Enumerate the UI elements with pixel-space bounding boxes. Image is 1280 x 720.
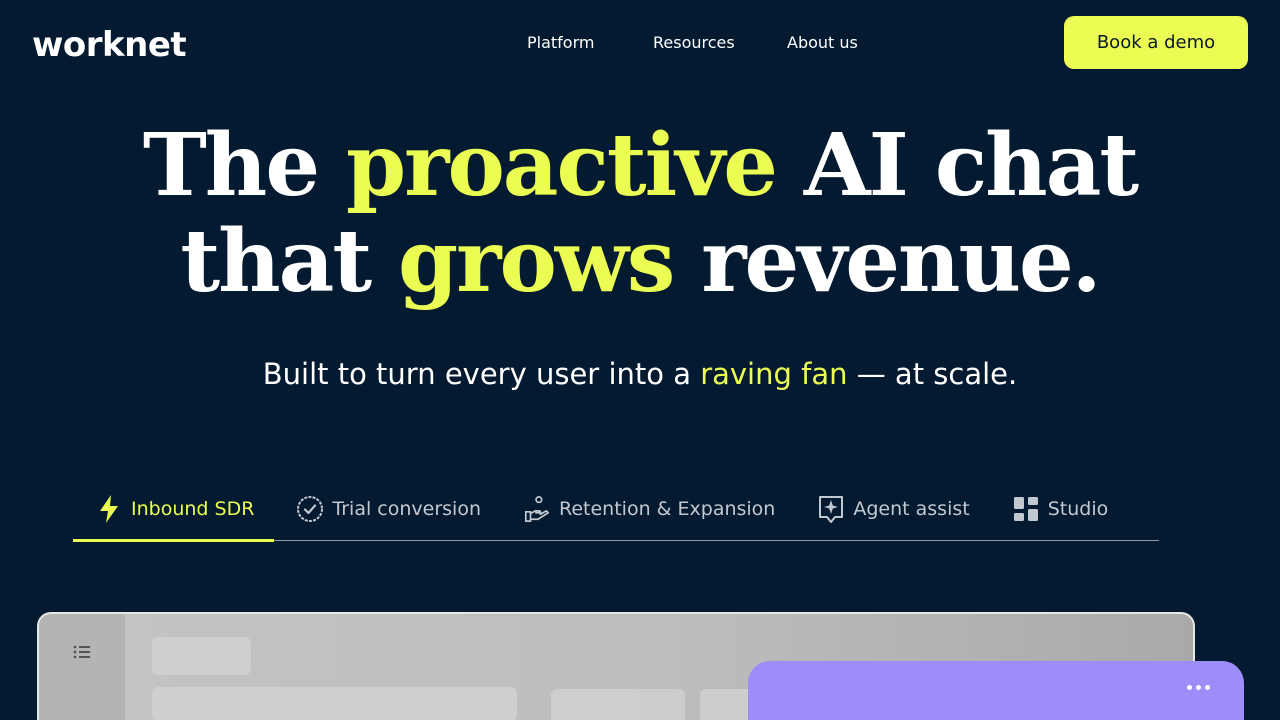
lightning-icon: [95, 495, 123, 523]
headline-accent: proactive: [346, 115, 778, 216]
tab-label: Trial conversion: [332, 498, 481, 520]
headline-text: revenue.: [673, 211, 1101, 312]
headline-line-2: that grows revenue.: [0, 214, 1280, 310]
tab-retention-expansion[interactable]: Retention & Expansion: [501, 478, 795, 540]
list-icon[interactable]: [73, 644, 91, 664]
sparkle-chat-icon: [817, 495, 845, 523]
preview-sidebar: [39, 614, 125, 720]
tab-label: Inbound SDR: [131, 498, 255, 520]
nav-platform[interactable]: Platform: [527, 33, 594, 52]
tab-label: Studio: [1047, 498, 1109, 520]
headline-line-1: The proactive AI chat: [0, 118, 1280, 214]
top-nav: Platform Resources About us Book a demo: [527, 16, 1248, 69]
subtitle-text: Built to turn every user into a: [262, 357, 701, 391]
check-badge-icon: [296, 495, 324, 523]
use-case-tabs: Inbound SDR Trial conversion Retention &…: [73, 478, 1159, 542]
tab-inbound-sdr[interactable]: Inbound SDR: [73, 478, 275, 542]
hero-headline: The proactive AI chat that grows revenue…: [0, 118, 1280, 310]
headline-accent: grows: [398, 211, 675, 312]
skeleton-block: [551, 689, 685, 720]
chat-widget-panel[interactable]: [748, 661, 1244, 720]
tab-studio[interactable]: Studio: [990, 478, 1129, 540]
skeleton-block: [152, 687, 517, 720]
headline-text: that: [180, 211, 398, 312]
nav-resources[interactable]: Resources: [653, 33, 735, 52]
subtitle-text: — at scale.: [847, 357, 1018, 391]
headline-text: AI chat: [775, 115, 1139, 216]
more-options-icon[interactable]: [1187, 685, 1210, 690]
tab-agent-assist[interactable]: Agent assist: [795, 478, 989, 540]
hand-coin-icon: [523, 495, 551, 523]
hero-subtitle: Built to turn every user into a raving f…: [0, 352, 1280, 396]
worknet-logo[interactable]: worknet: [32, 24, 187, 66]
skeleton-block: [152, 637, 251, 675]
grid-icon: [1012, 495, 1040, 523]
subtitle-accent: raving fan: [700, 357, 848, 391]
tab-trial-conversion[interactable]: Trial conversion: [274, 478, 501, 540]
book-demo-button[interactable]: Book a demo: [1064, 16, 1248, 69]
tab-label: Retention & Expansion: [559, 498, 776, 520]
tab-label: Agent assist: [853, 498, 970, 520]
nav-about-us[interactable]: About us: [787, 33, 858, 52]
headline-text: The: [142, 115, 346, 216]
